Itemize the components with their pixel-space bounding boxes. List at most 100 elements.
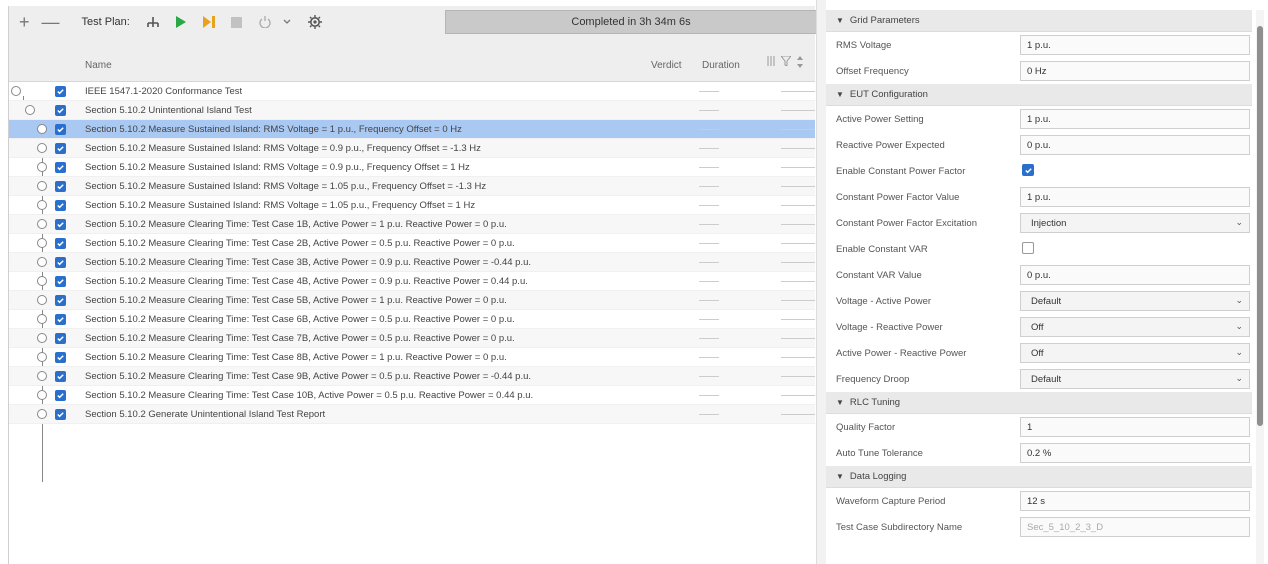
checkbox-checked-icon[interactable] [55,143,66,154]
section-header-logging[interactable]: ▼ Data Logging [826,466,1252,488]
chevron-down-icon[interactable] [276,11,298,33]
freq-droop-select[interactable]: Default ⌄ [1020,369,1250,389]
tolerance-field[interactable]: 0.2 % [1020,443,1250,463]
volt-active-select[interactable]: Default ⌄ [1020,291,1250,311]
tree-row[interactable]: Section 5.10.2 Measure Sustained Island:… [9,196,815,215]
cvar-value-field[interactable]: 0 p.u. [1020,265,1250,285]
section-header-eut[interactable]: ▼ EUT Configuration [826,84,1252,106]
tree-node-icon [37,333,47,343]
active-power-field[interactable]: 1 p.u. [1020,109,1250,129]
checkbox-checked-icon[interactable] [55,105,66,116]
collapse-icon[interactable] [11,86,21,96]
property-row: Voltage - Active Power Default ⌄ [826,288,1252,314]
property-label: Active Power - Reactive Power [836,348,967,359]
checkbox-checked-icon[interactable] [55,390,66,401]
tree-row[interactable]: Section 5.10.2 Measure Clearing Time: Te… [9,215,815,234]
checkbox-checked-icon[interactable] [55,314,66,325]
property-label: Enable Constant Power Factor [836,166,966,177]
properties-scrollbar[interactable] [1256,10,1264,564]
checkbox-checked-icon[interactable] [55,333,66,344]
reactive-power-field[interactable]: 0 p.u. [1020,135,1250,155]
checkbox-checked-icon[interactable] [55,162,66,173]
scrollbar-thumb[interactable] [1257,26,1263,426]
duration-column-header[interactable]: Duration [702,60,740,71]
tree-row[interactable]: Section 5.10.2 Measure Clearing Time: Te… [9,253,815,272]
tree-row[interactable]: Section 5.10.2 Measure Clearing Time: Te… [9,234,815,253]
checkbox-checked-icon[interactable] [55,238,66,249]
tree-row[interactable]: Section 5.10.2 Measure Clearing Time: Te… [9,367,815,386]
checkbox-checked-icon[interactable] [55,295,66,306]
duration-cell [781,395,815,396]
checkbox-checked-icon[interactable] [55,200,66,211]
checkbox-checked-icon[interactable] [55,371,66,382]
tree-row[interactable]: Section 5.10.2 Measure Sustained Island:… [9,158,815,177]
tree-row[interactable]: Section 5.10.2 Measure Clearing Time: Te… [9,348,815,367]
columns-icon[interactable] [767,56,775,66]
tree-node-icon [37,409,47,419]
tree-row[interactable]: Section 5.10.2 Measure Sustained Island:… [9,139,815,158]
volt-reactive-select[interactable]: Off ⌄ [1020,317,1250,337]
capture-period-field[interactable]: 12 s [1020,491,1250,511]
column-tools [767,56,803,68]
gear-icon[interactable] [304,11,326,33]
verdict-column-header[interactable]: Verdict [651,60,682,71]
tree-row[interactable]: Section 5.10.2 Measure Clearing Time: Te… [9,272,815,291]
checkbox-checked-icon[interactable] [55,219,66,230]
tree-row[interactable]: Section 5.10.2 Measure Clearing Time: Te… [9,291,815,310]
checkbox-checked-icon[interactable] [55,409,66,420]
toolbar: + — Test Plan: Completed in 3h 34m 6s [9,6,817,38]
run-selected-icon[interactable] [198,11,220,33]
pane-splitter[interactable] [816,0,826,564]
enable-cvar-checkbox[interactable] [1022,242,1034,254]
run-icon[interactable] [170,11,192,33]
subdirectory-field[interactable]: Sec_5_10_2_3_D [1020,517,1250,537]
tree-row-section[interactable]: Section 5.10.2 Unintentional Island Test [9,101,815,120]
tree-node-icon [37,352,47,362]
section-header-rlc[interactable]: ▼ RLC Tuning [826,392,1252,414]
stop-icon[interactable] [226,11,248,33]
filter-icon[interactable] [781,56,791,66]
tree-row-root[interactable]: IEEE 1547.1-2020 Conformance Test [9,82,815,101]
cpf-value-field[interactable]: 1 p.u. [1020,187,1250,207]
sort-icon[interactable] [797,56,803,68]
column-header: Name Verdict Duration [9,38,815,82]
tree-row[interactable]: Section 5.10.2 Generate Unintentional Is… [9,405,815,424]
rms-voltage-field[interactable]: 1 p.u. [1020,35,1250,55]
quality-factor-field[interactable]: 1 [1020,417,1250,437]
tree-node-icon [37,276,47,286]
collapse-icon[interactable] [25,105,35,115]
enable-cpf-checkbox[interactable] [1022,164,1034,176]
checkbox-checked-icon[interactable] [55,86,66,97]
property-row: Reactive Power Expected 0 p.u. [826,132,1252,158]
section-header-grid[interactable]: ▼ Grid Parameters [826,10,1252,32]
checkbox-checked-icon[interactable] [55,181,66,192]
tree-row[interactable]: Section 5.10.2 Measure Clearing Time: Te… [9,386,815,405]
add-step-button[interactable]: + [19,12,30,33]
name-column-header[interactable]: Name [85,60,112,71]
remove-step-button[interactable]: — [42,12,60,33]
checkbox-checked-icon[interactable] [55,352,66,363]
power-icon[interactable] [254,11,276,33]
tree-row-label: Section 5.10.2 Measure Clearing Time: Te… [85,276,528,287]
tree-row[interactable]: Section 5.10.2 Measure Sustained Island:… [9,120,815,139]
property-row: Frequency Droop Default ⌄ [826,366,1252,392]
verdict-cell [699,395,719,396]
checkbox-checked-icon[interactable] [55,124,66,135]
property-label: Constant VAR Value [836,270,922,281]
verdict-cell [699,243,719,244]
tree-row-label: IEEE 1547.1-2020 Conformance Test [85,86,243,97]
checkbox-checked-icon[interactable] [55,276,66,287]
tree-row[interactable]: Section 5.10.2 Measure Clearing Time: Te… [9,329,815,348]
tree-icon[interactable] [142,11,164,33]
active-reactive-select[interactable]: Off ⌄ [1020,343,1250,363]
offset-frequency-field[interactable]: 0 Hz [1020,61,1250,81]
tree-row[interactable]: Section 5.10.2 Measure Sustained Island:… [9,177,815,196]
test-plan-pane: + — Test Plan: Completed in 3h 34m 6s Na… [8,6,817,564]
duration-cell [781,110,815,111]
checkbox-checked-icon[interactable] [55,257,66,268]
property-label: Test Case Subdirectory Name [836,522,963,533]
tree-row[interactable]: Section 5.10.2 Measure Clearing Time: Te… [9,310,815,329]
duration-cell [781,91,815,92]
cpf-excitation-select[interactable]: Injection ⌄ [1020,213,1250,233]
chevron-down-icon: ⌄ [1235,217,1243,227]
